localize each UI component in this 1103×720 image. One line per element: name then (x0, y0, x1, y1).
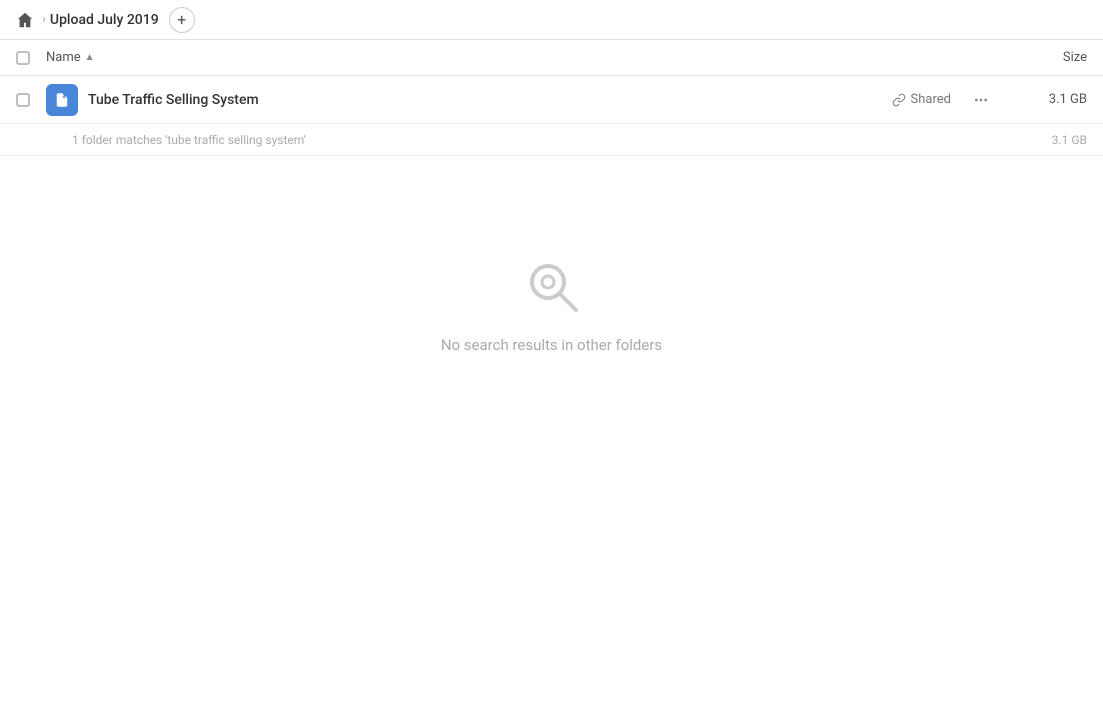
name-column-header[interactable]: Name ▲ (46, 50, 1007, 65)
add-button[interactable]: + (169, 7, 195, 33)
sort-arrow-icon: ▲ (85, 52, 95, 63)
breadcrumb-label[interactable]: Upload July 2019 (50, 12, 159, 28)
link-icon (892, 93, 906, 107)
column-header: Name ▲ Size (0, 40, 1103, 76)
no-results-icon (522, 256, 582, 320)
file-size-label: 3.1 GB (1007, 92, 1087, 107)
empty-state-message: No search results in other folders (441, 336, 662, 354)
file-row[interactable]: Tube Traffic Selling System Shared 3.1 G… (0, 76, 1103, 124)
top-bar: › Upload July 2019 + (0, 0, 1103, 40)
more-options-button[interactable] (967, 86, 995, 114)
select-all-checkbox[interactable] (16, 51, 46, 65)
empty-state: No search results in other folders (0, 156, 1103, 354)
home-button[interactable] (16, 11, 34, 29)
file-type-icon (46, 84, 78, 116)
shared-label: Shared (911, 92, 951, 107)
sub-result-row: 1 folder matches 'tube traffic selling s… (0, 124, 1103, 156)
file-name-label: Tube Traffic Selling System (88, 92, 892, 108)
file-checkbox[interactable] (16, 93, 46, 107)
breadcrumb-separator: › (42, 12, 46, 27)
shared-indicator: Shared (892, 92, 951, 107)
sub-result-text: 1 folder matches 'tube traffic selling s… (72, 133, 1007, 147)
sub-result-size: 3.1 GB (1007, 133, 1087, 147)
size-column-header: Size (1007, 50, 1087, 65)
